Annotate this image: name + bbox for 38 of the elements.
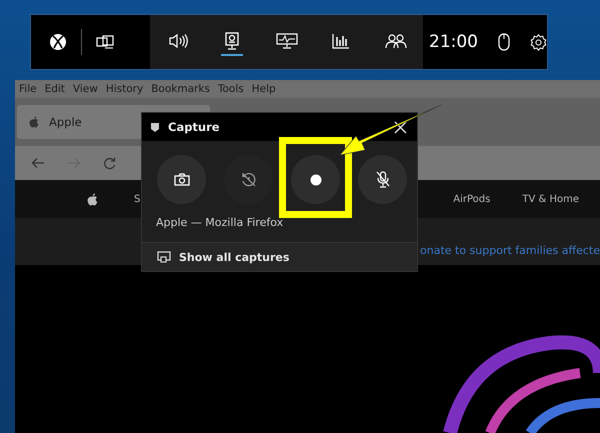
capture-target-label: Apple — Mozilla Firefox: [156, 216, 284, 229]
muted-microphone-icon: [376, 171, 390, 188]
reload-icon[interactable]: [103, 156, 116, 170]
gallery-icon: [157, 251, 171, 263]
people-icon: [384, 32, 407, 48]
capture-widget-icon: [150, 122, 160, 132]
bar-chart-icon: [332, 32, 350, 48]
xbox-logo-icon[interactable]: [49, 33, 67, 51]
menu-item[interactable]: Edit: [44, 83, 65, 95]
widgets-icon[interactable]: [96, 35, 114, 49]
apple-logo-icon: [29, 116, 39, 128]
close-icon[interactable]: [394, 120, 407, 134]
site-nav-link[interactable]: AirPods: [453, 194, 490, 204]
monitor-pulse-icon: [276, 32, 298, 48]
back-arrow-icon[interactable]: [31, 157, 45, 169]
apple-logo-icon[interactable]: [87, 192, 98, 206]
mouse-icon[interactable]: [498, 33, 510, 51]
crossed-clock-icon: [240, 172, 256, 188]
camera-icon: [174, 173, 190, 186]
menu-item[interactable]: History: [106, 83, 144, 95]
menu-item[interactable]: Bookmarks: [151, 83, 210, 95]
menu-item[interactable]: File: [19, 83, 37, 95]
site-nav-link[interactable]: TV & Home: [522, 194, 579, 204]
mic-button[interactable]: [358, 155, 407, 204]
show-all-captures-button[interactable]: Show all captures: [142, 242, 417, 271]
banner-link[interactable]: onate to support families affecte: [420, 244, 600, 257]
webcam-icon: [224, 32, 240, 50]
screenshot-button[interactable]: [157, 155, 206, 204]
tab-title: Apple: [49, 115, 82, 129]
menu-item[interactable]: View: [72, 83, 98, 95]
speaker-icon: [168, 32, 188, 48]
site-nav-link[interactable]: S: [134, 194, 140, 204]
record-dot-icon: [310, 174, 322, 186]
menu-item[interactable]: Tools: [218, 83, 244, 95]
menu-item[interactable]: Help: [252, 83, 276, 95]
clock-time: 21:00: [429, 32, 478, 52]
settings-icon[interactable]: [530, 34, 547, 50]
record-button[interactable]: [291, 155, 340, 204]
